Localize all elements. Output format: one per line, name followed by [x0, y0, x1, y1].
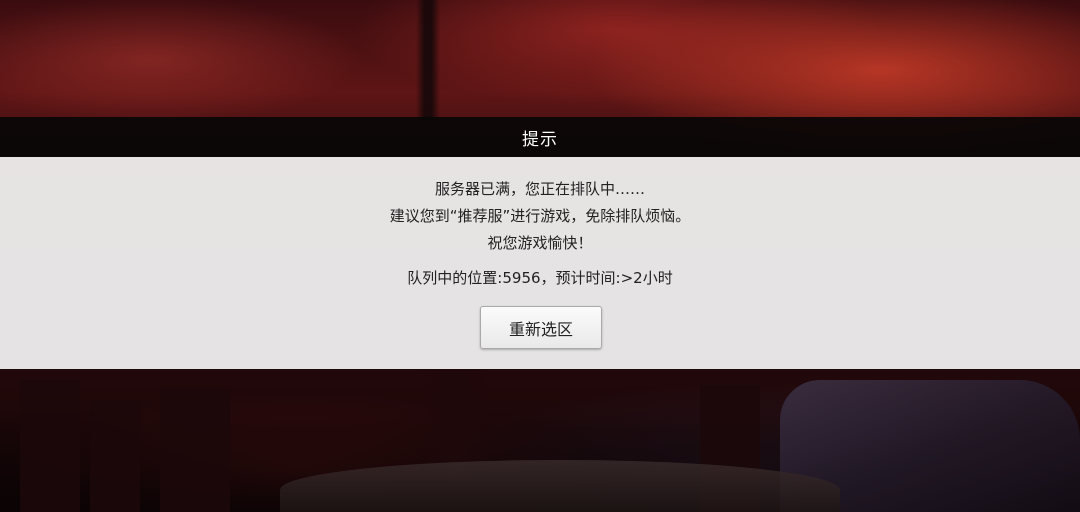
dialog-title: 提示 — [522, 129, 558, 150]
queue-position-info: 队列中的位置:5956，预计时间:>2小时 — [407, 269, 673, 287]
game-background: 提示 服务器已满，您正在排队中…… 建议您到“推荐服”进行游戏，免除排队烦恼。 … — [0, 0, 1080, 512]
background-building — [90, 400, 140, 512]
background-ground — [280, 460, 840, 512]
background-building — [20, 380, 80, 512]
dialog-body: 服务器已满，您正在排队中…… 建议您到“推荐服”进行游戏，免除排队烦恼。 祝您游… — [0, 157, 1080, 369]
dialog-title-bar: 提示 — [0, 117, 1080, 157]
reselect-server-button[interactable]: 重新选区 — [480, 306, 602, 349]
background-building — [160, 390, 230, 512]
background-tower — [416, 0, 440, 120]
recommend-server-message: 建议您到“推荐服”进行游戏，免除排队烦恼。 — [389, 207, 691, 225]
server-full-message: 服务器已满，您正在排队中…… — [434, 180, 645, 198]
good-luck-message: 祝您游戏愉快！ — [487, 234, 593, 252]
